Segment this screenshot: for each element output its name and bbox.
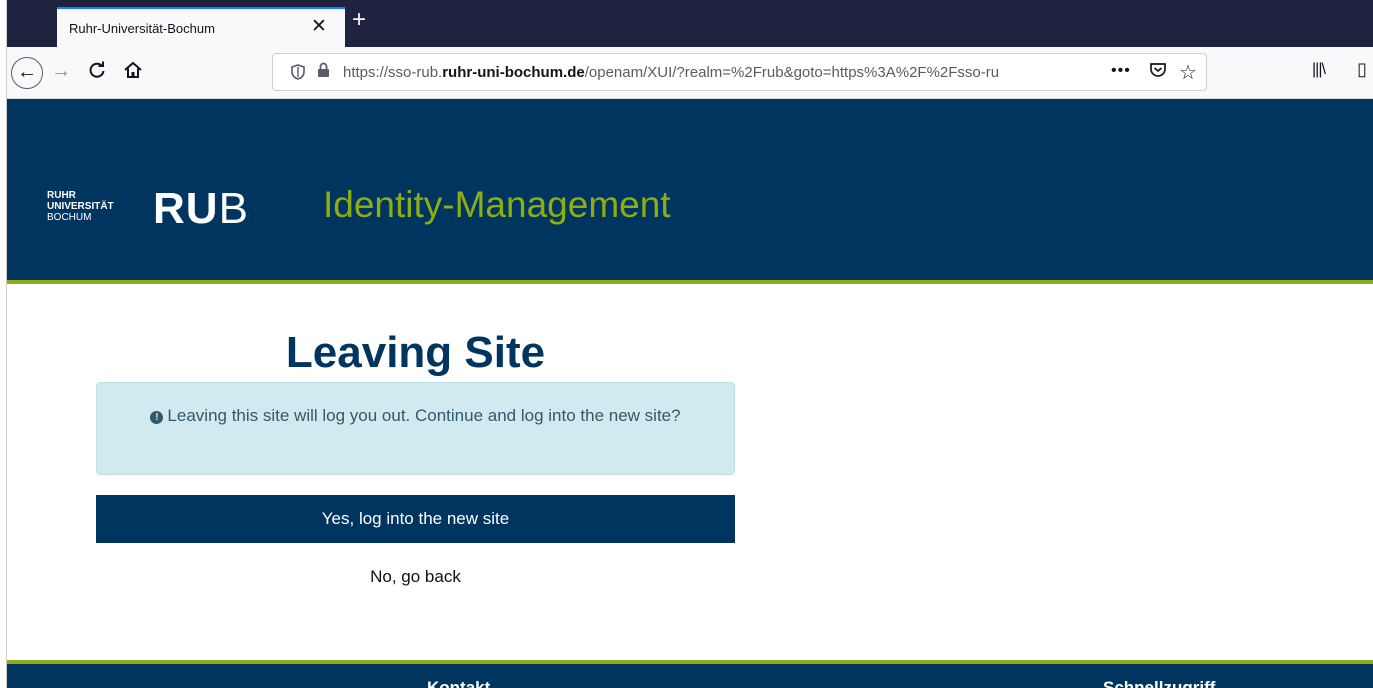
page-actions-icon[interactable]: •••: [1111, 62, 1131, 80]
url-prefix: https://sso-rub.: [343, 64, 443, 81]
close-tab-icon[interactable]: ✕: [311, 17, 327, 37]
university-logo-text[interactable]: RUHR UNIVERSITÄT BOCHUM: [47, 190, 114, 223]
tab-title: Ruhr-Universität-Bochum: [69, 21, 215, 36]
sidebar-icon[interactable]: ▯: [1357, 59, 1367, 80]
pocket-icon[interactable]: [1149, 61, 1167, 84]
tracking-shield-icon[interactable]: [291, 64, 305, 84]
window-edge: [0, 0, 7, 688]
logo-line-universitaet: UNIVERSITÄT: [47, 201, 114, 212]
bookmark-star-icon[interactable]: ☆: [1179, 60, 1197, 85]
site-header: RUHR UNIVERSITÄT BOCHUM RUB Identity-Man…: [7, 99, 1373, 280]
logo-ru: RU: [153, 184, 219, 233]
logo-line-bochum: BOCHUM: [47, 212, 92, 223]
url-domain: ruhr-uni-bochum.de: [442, 64, 585, 81]
navigation-bar: ← → https://sso-rub.ruhr-uni-bochum.de/o…: [7, 47, 1373, 99]
url-bar[interactable]: https://sso-rub.ruhr-uni-bochum.de/opena…: [272, 53, 1207, 91]
confirm-login-button[interactable]: Yes, log into the new site: [96, 495, 735, 543]
alert-text: Leaving this site will log you out. Cont…: [167, 406, 681, 425]
forward-icon[interactable]: →: [51, 59, 71, 83]
tab-active[interactable]: Ruhr-Universität-Bochum ✕: [57, 7, 345, 47]
rub-logo[interactable]: RUB: [153, 185, 249, 233]
screen: Ruhr-Universität-Bochum ✕ + ← → https://…: [0, 0, 1373, 688]
site-footer: Kontakt Schnellzugriff: [7, 664, 1373, 688]
header-divider: [7, 280, 1373, 284]
back-icon[interactable]: ←: [11, 57, 43, 89]
lock-icon[interactable]: [317, 62, 330, 83]
page-title: Leaving Site: [285, 328, 546, 377]
library-icon[interactable]: |||\: [1312, 61, 1326, 79]
new-tab-icon[interactable]: +: [352, 8, 366, 32]
reload-icon[interactable]: [87, 57, 107, 86]
go-back-link[interactable]: No, go back: [96, 562, 735, 592]
logout-alert: ! Leaving this site will log you out. Con…: [96, 382, 735, 475]
header-title: Identity-Management: [323, 184, 671, 225]
footer-heading-contact: Kontakt: [427, 678, 491, 688]
logo-line-ruhr: RUHR: [47, 190, 76, 201]
footer-heading-quick-access: Schnellzugriff: [1103, 678, 1216, 688]
tab-strip: Ruhr-Universität-Bochum ✕ +: [7, 0, 1373, 47]
url-path: /openam/XUI/?realm=%2Frub&goto=https%3A%…: [584, 64, 1000, 81]
logo-b: B: [218, 184, 249, 233]
home-icon[interactable]: [123, 57, 143, 87]
url-text[interactable]: https://sso-rub.ruhr-uni-bochum.de/opena…: [343, 64, 1103, 81]
info-exclamation-icon: !: [150, 411, 164, 424]
